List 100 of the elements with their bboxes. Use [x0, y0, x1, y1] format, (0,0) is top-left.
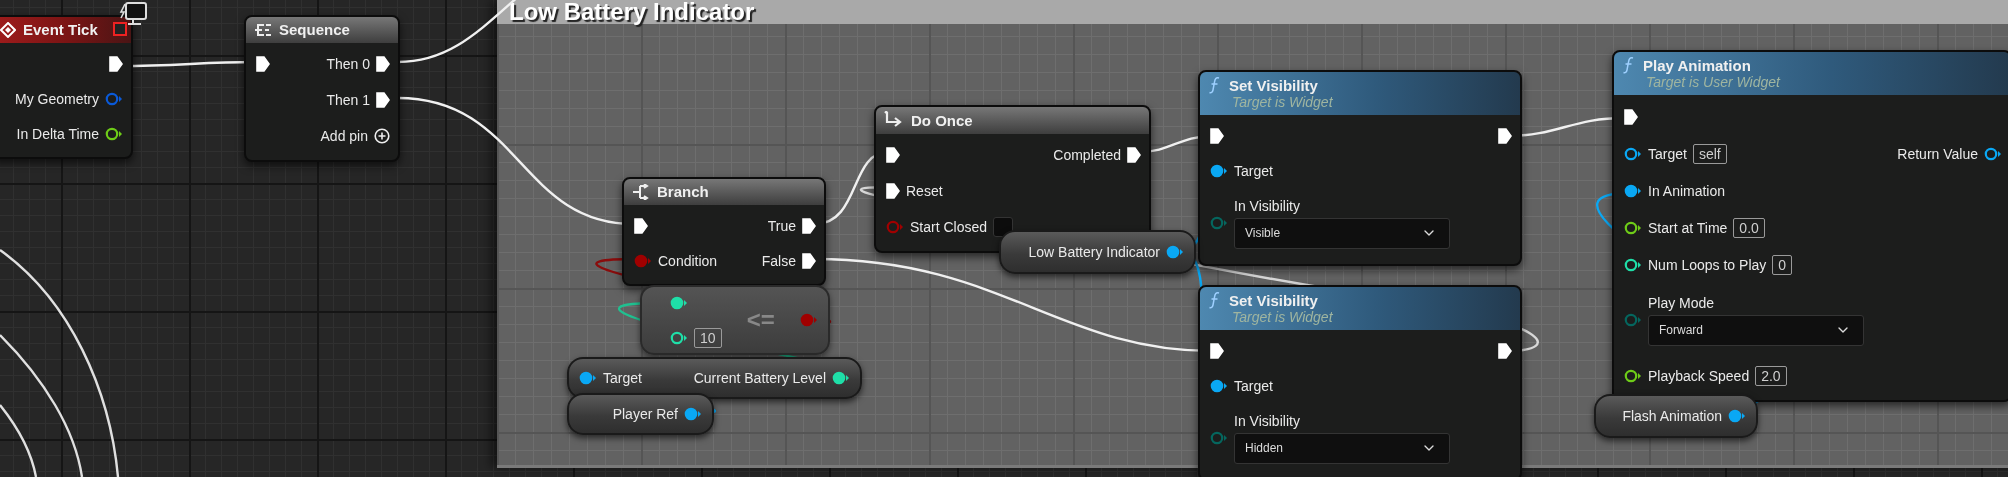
function-icon: [1208, 291, 1222, 309]
plus-circle-icon[interactable]: [374, 128, 390, 144]
exec-pin-icon[interactable]: [1498, 342, 1512, 359]
data-pin-icon[interactable]: [1984, 146, 2002, 161]
dropdown[interactable]: Visible: [1234, 217, 1450, 249]
exec-pin-icon[interactable]: [256, 56, 270, 72]
data-pin-icon[interactable]: [579, 371, 597, 385]
pin-label: Playback Speed: [1648, 367, 1750, 384]
node-subtitle: Target is User Widget: [1645, 74, 1782, 90]
pin-label: Then 0: [326, 56, 370, 72]
data-pin-icon[interactable]: [1166, 245, 1184, 259]
dropdown-value: Visible: [1245, 226, 1281, 240]
checkbox[interactable]: [993, 217, 1014, 237]
pin-label: My Geometry: [15, 90, 99, 107]
data-pin-icon[interactable]: [1210, 378, 1228, 393]
exec-pin-icon[interactable]: [376, 92, 390, 108]
dropdown[interactable]: Hidden: [1234, 432, 1450, 464]
pin-label: True: [767, 217, 796, 234]
data-pin-icon[interactable]: [1728, 409, 1746, 423]
graph-node[interactable]: Play Animation Target is User Widget Target self Return Value In Animation Start at Time 0.0 Num Loops to Play 0 Play Mode Forward Playback Speed 2.0: [1612, 50, 2008, 402]
exec-pin-icon[interactable]: [886, 147, 900, 163]
exec-pin-icon[interactable]: [109, 55, 123, 72]
exec-pin-icon[interactable]: [1127, 147, 1141, 163]
graph-node[interactable]: Event Tick My Geometry In Delta Time: [0, 15, 133, 159]
value-field[interactable]: 0.0: [1733, 217, 1765, 238]
data-pin-icon[interactable]: [832, 371, 850, 385]
pin-label: Current Battery Level: [693, 370, 826, 386]
pin-label: Flash Animation: [1622, 408, 1722, 424]
add-pin-label[interactable]: Add pin: [320, 128, 368, 144]
pin-label: Completed: [1053, 147, 1121, 163]
operator-symbol: <=: [746, 306, 775, 334]
pin-label: Start at Time: [1648, 219, 1728, 236]
function-icon: [1208, 76, 1222, 94]
node-title: Branch: [657, 183, 709, 200]
data-pin-icon[interactable]: [1624, 368, 1642, 383]
data-pin-icon[interactable]: [670, 295, 688, 310]
node-title: Do Once: [911, 111, 973, 129]
exec-pin-icon[interactable]: [634, 217, 648, 234]
pin-label: False: [761, 252, 796, 269]
data-pin-icon[interactable]: [105, 126, 123, 141]
node-title: Set Visibility: [1229, 291, 1318, 309]
sequence-icon: [254, 21, 272, 38]
pin-label: Target: [1234, 162, 1273, 179]
variable-node[interactable]: Flash Animation: [1594, 394, 1758, 438]
diamond-icon: [0, 21, 16, 38]
node-title: Set Visibility: [1229, 76, 1318, 94]
value-field[interactable]: 2.0: [1755, 365, 1787, 386]
pin-label: Then 1: [326, 92, 370, 108]
graph-node[interactable]: Set Visibility Target is Widget Target In Visibility Hidden: [1198, 285, 1522, 477]
exec-pin-icon[interactable]: [376, 56, 390, 72]
variable-node[interactable]: Target Current Battery Level: [567, 357, 862, 399]
comment-title: Low Battery Indicator: [509, 0, 755, 24]
exec-pin-icon[interactable]: [1210, 342, 1224, 359]
node-title: Event Tick: [23, 21, 98, 38]
pin-label: Return Value: [1897, 145, 1978, 162]
dropdown-value: Hidden: [1245, 441, 1284, 455]
branch-icon: [632, 183, 650, 200]
exec-pin-icon[interactable]: [1624, 108, 1638, 125]
pin-label: Num Loops to Play: [1648, 256, 1767, 273]
data-pin-icon[interactable]: [684, 407, 702, 421]
exec-pin-icon[interactable]: [1210, 127, 1224, 144]
graph-node[interactable]: Branch True Condition False: [622, 177, 826, 286]
pin-label: In Visibility: [1234, 197, 1301, 214]
node-subtitle: Target is Widget: [1231, 94, 1334, 110]
data-pin-icon[interactable]: [1210, 163, 1228, 178]
value-field[interactable]: self: [1692, 143, 1727, 164]
graph-node[interactable]: Sequence Then 0 Then 1 Add pin: [244, 15, 400, 162]
data-pin-icon[interactable]: [1624, 183, 1642, 198]
pin-label: Player Ref: [612, 406, 678, 422]
data-pin-icon[interactable]: [1624, 257, 1642, 272]
dropdown-value: Forward: [1659, 323, 1703, 337]
exec-pin-icon[interactable]: [802, 252, 816, 269]
pin-label: Reset: [906, 183, 943, 199]
value-field[interactable]: 10: [694, 327, 722, 348]
pin-label: Play Mode: [1648, 294, 1716, 311]
graph-node[interactable]: Set Visibility Target is Widget Target In Visibility Visible: [1198, 70, 1522, 266]
node-subtitle: Target is Widget: [1231, 309, 1334, 325]
pin-label: Condition: [658, 252, 718, 269]
data-pin-icon[interactable]: [1624, 146, 1642, 161]
pin-label: In Animation: [1648, 182, 1726, 199]
variable-node[interactable]: Player Ref: [567, 393, 714, 435]
data-pin-icon[interactable]: [670, 330, 688, 345]
graph-node[interactable]: 10 <=: [640, 285, 830, 355]
pin-label: In Delta Time: [16, 125, 99, 142]
pin-label: In Visibility: [1234, 412, 1301, 429]
data-pin-icon[interactable]: [1624, 220, 1642, 235]
function-icon: [1622, 56, 1636, 74]
variable-node[interactable]: Low Battery Indicator: [999, 230, 1196, 274]
dropdown[interactable]: Forward: [1648, 314, 1864, 346]
pin-label: Target: [1234, 377, 1273, 394]
pin-label: Target: [1648, 145, 1687, 162]
node-title: Play Animation: [1643, 56, 1751, 74]
pin-label: Target: [603, 370, 642, 386]
exec-pin-icon[interactable]: [886, 183, 900, 199]
pin-label: Start Closed: [910, 219, 988, 235]
exec-pin-icon[interactable]: [802, 217, 816, 234]
arrow-icon: [884, 111, 904, 129]
node-title: Sequence: [279, 21, 350, 38]
exec-pin-icon[interactable]: [1498, 127, 1512, 144]
value-field[interactable]: 0: [1772, 254, 1793, 275]
